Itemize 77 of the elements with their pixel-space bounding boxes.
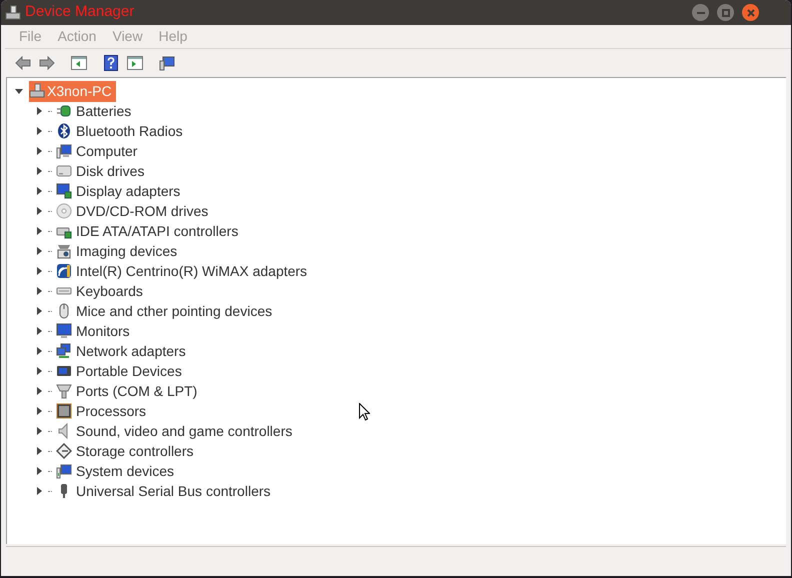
plug-icon xyxy=(56,103,72,119)
expand-arrow-icon[interactable] xyxy=(36,407,44,415)
maximize-button[interactable] xyxy=(717,4,734,21)
port-icon xyxy=(56,383,72,399)
network-icon xyxy=(56,343,72,359)
expand-arrow-icon[interactable] xyxy=(36,107,44,115)
minimize-icon xyxy=(696,12,704,14)
expand-arrow-icon[interactable] xyxy=(36,167,44,175)
tree-node[interactable]: Ports (COM & LPT) xyxy=(76,380,198,402)
tree-node[interactable]: Bluetooth Radios xyxy=(76,120,183,142)
tree-node[interactable]: Network adapters xyxy=(76,340,186,362)
tree-node[interactable]: Universal Serial Bus controllers xyxy=(76,480,271,502)
mouse-cursor-icon xyxy=(359,403,370,421)
expand-arrow-icon[interactable] xyxy=(36,387,44,395)
computer-icon xyxy=(56,463,72,479)
collapse-arrow-icon[interactable] xyxy=(15,87,23,95)
computer-icon xyxy=(56,143,72,159)
tree-node[interactable]: DVD/CD-ROM drives xyxy=(76,200,208,222)
tree-node[interactable]: Processors xyxy=(76,400,146,422)
tree-node[interactable]: Display adapters xyxy=(76,180,180,202)
monitor-icon xyxy=(159,55,175,71)
tree-node[interactable]: Disk drives xyxy=(76,160,144,182)
tree-node[interactable]: Monitors xyxy=(76,320,130,342)
console-tree-button[interactable] xyxy=(69,53,89,73)
panel-icon xyxy=(71,56,87,70)
expand-arrow-icon[interactable] xyxy=(36,347,44,355)
window-title: Device Manager xyxy=(25,2,134,22)
expand-arrow-icon[interactable] xyxy=(36,327,44,335)
tree-node[interactable]: Sound, video and game controllers xyxy=(76,420,292,442)
expand-arrow-icon[interactable] xyxy=(36,487,44,495)
close-button[interactable] xyxy=(742,4,759,21)
expand-arrow-icon[interactable] xyxy=(36,367,44,375)
monitor-icon xyxy=(56,323,72,339)
expand-arrow-icon[interactable] xyxy=(36,427,44,435)
hard-drive-icon xyxy=(56,163,72,179)
tree-node[interactable]: Mice and cther pointing devices xyxy=(76,300,272,322)
computer-icon xyxy=(29,83,45,99)
chip-icon xyxy=(56,403,72,419)
action-pane-button[interactable] xyxy=(125,53,145,73)
tree-node[interactable]: Storage controllers xyxy=(76,440,194,462)
close-icon xyxy=(746,8,754,16)
minimize-button[interactable] xyxy=(692,4,709,21)
computer-icon xyxy=(5,4,21,20)
expand-arrow-icon[interactable] xyxy=(36,287,44,295)
forward-button[interactable] xyxy=(37,53,57,73)
disc-icon xyxy=(56,203,72,219)
forward-arrow-icon xyxy=(39,56,55,70)
help-icon xyxy=(104,55,118,71)
monitor-icon xyxy=(56,183,72,199)
maximize-icon xyxy=(722,8,730,16)
expand-arrow-icon[interactable] xyxy=(36,467,44,475)
expand-arrow-icon[interactable] xyxy=(36,267,44,275)
expand-arrow-icon[interactable] xyxy=(36,207,44,215)
tree-node[interactable]: IDE ATA/ATAPI controllers xyxy=(76,220,238,242)
expand-arrow-icon[interactable] xyxy=(36,147,44,155)
bluetooth-icon xyxy=(56,123,72,139)
tree-node[interactable]: Intel(R) Centrino(R) WiMAX adapters xyxy=(76,260,308,282)
panel-icon xyxy=(127,56,143,70)
diamond-icon xyxy=(56,443,72,459)
device-icon xyxy=(56,363,72,379)
expand-arrow-icon[interactable] xyxy=(36,307,44,315)
expand-arrow-icon[interactable] xyxy=(36,247,44,255)
help-button[interactable] xyxy=(101,53,121,73)
expand-arrow-icon[interactable] xyxy=(36,127,44,135)
expand-arrow-icon[interactable] xyxy=(36,447,44,455)
tree-node[interactable]: System devices xyxy=(76,460,174,482)
tree-node[interactable]: Computer xyxy=(76,140,138,162)
back-button[interactable] xyxy=(13,53,33,73)
expand-arrow-icon[interactable] xyxy=(36,227,44,235)
tree-node[interactable]: Keyboards xyxy=(76,280,143,302)
expand-arrow-icon[interactable] xyxy=(36,187,44,195)
tree-node[interactable]: Batteries xyxy=(76,100,132,122)
antenna-icon xyxy=(56,263,72,279)
back-arrow-icon xyxy=(15,56,31,70)
tree-node[interactable]: Imaging devices xyxy=(76,240,178,262)
camera-icon xyxy=(56,243,72,259)
tree-node[interactable]: Portable Devices xyxy=(76,360,182,382)
